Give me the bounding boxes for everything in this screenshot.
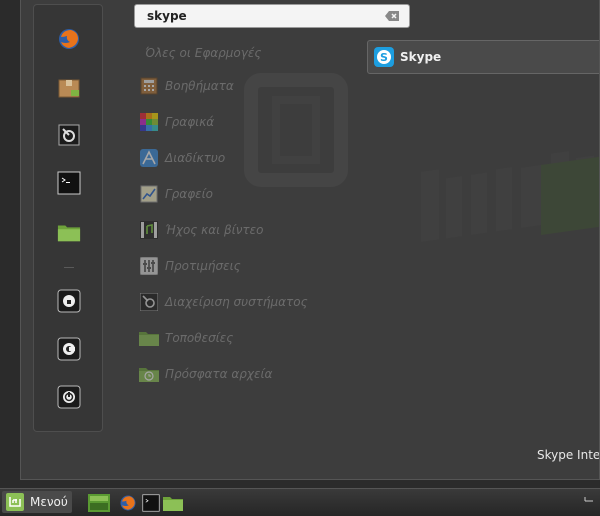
shutdown-icon[interactable] [57,385,81,409]
result-description: Skype Inte [537,448,600,462]
favorites-panel [33,4,103,432]
svg-text:S: S [380,51,388,64]
category-label: Διαδίκτυο [165,151,226,165]
skype-icon: S [374,47,394,67]
show-desktop-icon[interactable] [88,493,110,513]
result-item-skype[interactable]: S Skype [367,40,599,74]
lock-screen-icon[interactable] [57,289,81,313]
calculator-icon [139,76,159,96]
mint-logo-icon [6,493,24,511]
category-places[interactable]: Τοποθεσίες [139,327,233,349]
category-label: Γραφικά [165,115,215,129]
application-menu: Όλες οι Εφαρμογές Βοηθήματα Γραφικά Διαδ… [20,0,600,480]
admin-icon [139,292,159,312]
folder-icon [139,328,159,348]
category-all[interactable]: Όλες οι Εφαρμογές [139,42,261,64]
result-label: Skype [400,50,442,64]
terminal-icon[interactable] [141,493,161,513]
category-label: Προτιμήσεις [165,259,241,273]
graphics-icon [139,112,159,132]
category-label: Τοποθεσίες [165,331,234,345]
category-administration[interactable]: Διαχείριση συστήματος [139,291,308,313]
firefox-icon[interactable] [118,493,138,513]
logout-icon[interactable] [57,337,81,361]
category-accessories[interactable]: Βοηθήματα [139,75,234,97]
menu-label: Μενού [30,495,68,509]
category-label: Ήχος και βίντεο [165,223,264,237]
folder-icon[interactable] [163,493,183,513]
category-sound-video[interactable]: Ήχος και βίντεο [139,219,263,241]
menu-button[interactable]: Μενού [2,491,72,513]
search-input[interactable] [141,7,377,25]
clear-search-icon[interactable] [385,11,399,21]
package-manager-icon[interactable] [57,76,81,100]
category-internet[interactable]: Διαδίκτυο [139,147,225,169]
favorites-separator [64,267,74,268]
search-box[interactable] [134,4,410,28]
system-settings-icon[interactable] [57,123,81,147]
media-icon [139,220,159,240]
category-label: Όλες οι Εφαρμογές [145,46,262,60]
preferences-icon [139,256,159,276]
category-office[interactable]: Γραφείο [139,183,213,205]
category-label: Βοηθήματα [165,79,234,93]
home-folder-icon[interactable] [57,220,81,244]
bottom-panel: Μενού [0,488,600,516]
category-label: Πρόσφατα αρχεία [165,367,273,381]
firefox-icon[interactable] [57,27,81,51]
category-label: Διαχείριση συστήματος [165,295,308,309]
terminal-icon[interactable] [57,171,81,195]
category-label: Γραφείο [165,187,214,201]
linux-mint-watermark [244,73,599,242]
category-recent[interactable]: Πρόσφατα αρχεία [139,363,272,385]
tray-chevron-icon[interactable] [584,493,594,503]
internet-icon [139,148,159,168]
recent-files-icon [139,364,159,384]
category-graphics[interactable]: Γραφικά [139,111,214,133]
office-icon [139,184,159,204]
category-preferences[interactable]: Προτιμήσεις [139,255,241,277]
